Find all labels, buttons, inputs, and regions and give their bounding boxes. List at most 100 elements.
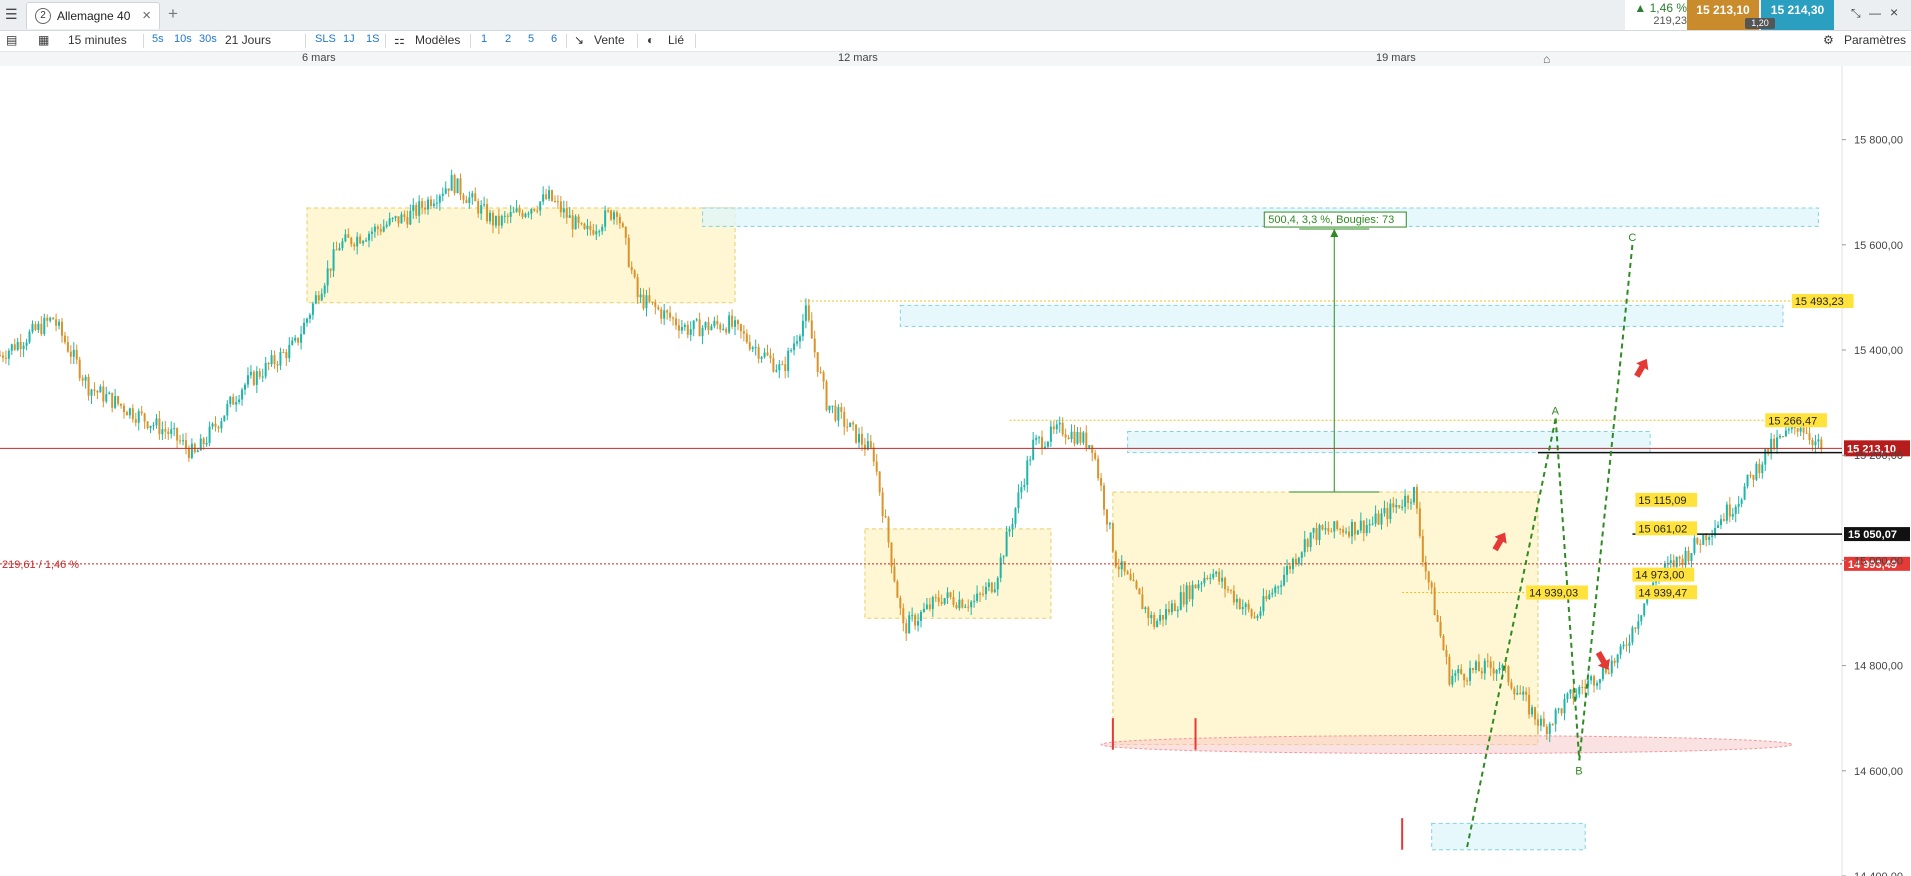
candle-body <box>683 324 686 327</box>
candle-body <box>565 208 568 218</box>
candle-body <box>1294 558 1297 564</box>
close-window-icon[interactable]: × <box>1890 4 1898 20</box>
candle-body <box>810 320 813 339</box>
models-button[interactable]: Modèles <box>415 33 460 47</box>
candle-body <box>1545 726 1548 735</box>
chart-toolbar: ▤ ▦ 15 minutes 5s 10s 30s 21 Jours SLS 1… <box>0 31 1911 52</box>
candle-body <box>627 237 630 267</box>
candle-body <box>559 201 562 213</box>
period-1s-button[interactable]: 1S <box>366 33 379 45</box>
candle-body <box>264 362 267 377</box>
candle-body <box>297 337 300 343</box>
model-6-button[interactable]: 6 <box>551 33 557 45</box>
add-tab-button[interactable]: + <box>168 4 178 24</box>
candle-body <box>509 212 512 217</box>
price-chart[interactable]: 219,61 / 1,46 % 14 993,4915 050,0715 213,… <box>0 66 1911 876</box>
candle-body <box>1755 463 1758 480</box>
tab-allemagne-40[interactable]: 2 Allemagne 40 × <box>26 2 160 29</box>
candle-body <box>137 411 140 423</box>
candle-body <box>807 305 810 321</box>
candle-body <box>1542 718 1545 727</box>
candle-body <box>1229 590 1232 592</box>
candle-body <box>1017 492 1020 509</box>
candle-body <box>1581 687 1584 689</box>
interval-10s-button[interactable]: 10s <box>174 33 192 45</box>
layout-icon[interactable]: ▦ <box>38 33 49 47</box>
home-icon[interactable]: ⌂ <box>1543 52 1550 66</box>
candle-body <box>435 202 438 204</box>
period-sls-button[interactable]: SLS <box>315 33 336 45</box>
candle-body <box>1551 723 1554 725</box>
sell-mode-button[interactable]: Vente <box>594 33 625 47</box>
candle-body <box>642 294 645 309</box>
candle-body <box>1002 556 1005 558</box>
model-1-button[interactable]: 1 <box>481 33 487 45</box>
list-icon[interactable]: ▤ <box>6 33 17 47</box>
candle-body <box>571 215 574 230</box>
interval-5s-button[interactable]: 5s <box>152 33 164 45</box>
candle-body <box>1362 520 1365 534</box>
candle-body <box>385 224 388 227</box>
linked-button[interactable]: Lié <box>668 33 684 47</box>
candle-body <box>1194 584 1197 589</box>
candle-body <box>1271 592 1274 595</box>
candle-body <box>1770 438 1773 454</box>
candle-body <box>143 413 146 422</box>
candle-body <box>763 352 766 358</box>
candle-body <box>344 234 347 242</box>
candle-body <box>84 376 87 381</box>
candle-body <box>580 223 583 225</box>
menu-icon[interactable]: ☰ <box>5 6 18 23</box>
model-5-button[interactable]: 5 <box>528 33 534 45</box>
interval-select[interactable]: 15 minutes <box>68 33 127 47</box>
candle-body <box>1616 654 1619 663</box>
candle-body <box>545 194 548 199</box>
candle-body <box>1067 437 1070 440</box>
candle-body <box>1058 422 1061 425</box>
candle-body <box>849 422 852 427</box>
candle-body <box>356 236 359 247</box>
candle-body <box>1100 478 1103 486</box>
collapse-icon[interactable]: — <box>1869 6 1881 20</box>
candle-body <box>55 319 58 326</box>
candle-body <box>1690 553 1693 561</box>
minimize-icon[interactable]: ⤡ <box>1851 6 1861 21</box>
candle-body <box>878 471 881 493</box>
candle-body <box>728 315 731 333</box>
candle-body <box>624 226 627 238</box>
candle-body <box>320 293 323 301</box>
candle-body <box>1728 504 1731 517</box>
candle-body <box>43 317 46 335</box>
candle-body <box>471 193 474 198</box>
candle-body <box>1280 585 1283 587</box>
candle-body <box>1415 487 1418 509</box>
candle-body <box>925 604 928 609</box>
candle-body <box>190 443 193 458</box>
period-select[interactable]: 21 Jours <box>225 33 271 47</box>
candle-body <box>1693 537 1696 554</box>
candle-body <box>1327 528 1330 532</box>
candle-body <box>920 611 922 621</box>
candle-body <box>1427 571 1430 583</box>
candle-body <box>1162 614 1165 620</box>
settings-button[interactable]: Paramètres <box>1844 33 1906 47</box>
candle-body <box>1610 660 1613 674</box>
candle-body <box>155 418 158 426</box>
candle-body <box>601 226 604 232</box>
candle-body <box>970 601 973 608</box>
candle-body <box>1454 673 1457 676</box>
close-icon[interactable]: × <box>142 7 151 24</box>
candle-body <box>722 328 725 330</box>
candle-body <box>725 328 728 333</box>
candle-body <box>698 319 701 337</box>
candle-body <box>562 208 565 213</box>
candle-body <box>444 188 447 194</box>
model-2-button[interactable]: 2 <box>505 33 511 45</box>
zone-yellow-1 <box>864 528 1052 619</box>
candle-body <box>1179 592 1182 610</box>
sell-icon: ↘ <box>574 33 585 47</box>
interval-30s-button[interactable]: 30s <box>199 33 217 45</box>
candle-body <box>515 208 518 212</box>
period-1j-button[interactable]: 1J <box>343 33 355 45</box>
candle-body <box>167 431 170 434</box>
